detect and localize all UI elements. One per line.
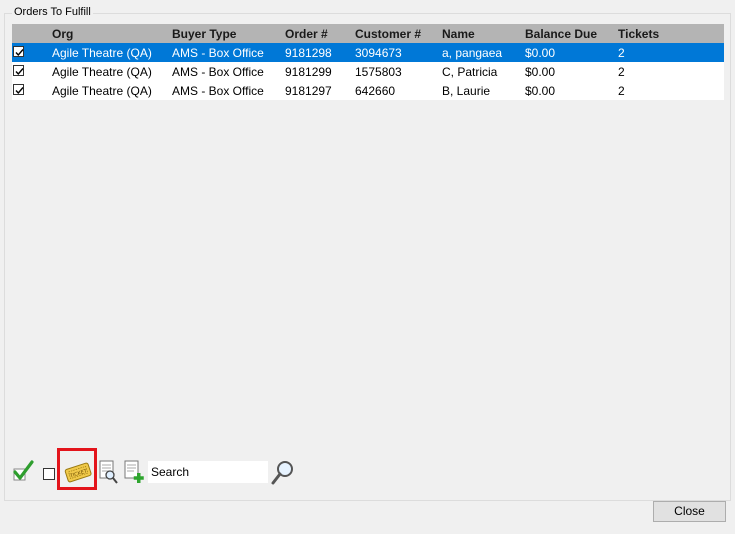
cell-customer: 3094673 (355, 46, 402, 60)
column-header-buyer-type[interactable]: Buyer Type (172, 27, 236, 41)
cell-name: a, pangaea (442, 46, 503, 60)
green-checkmark-icon[interactable] (12, 460, 34, 485)
cell-balance-due: $0.00 (525, 84, 556, 98)
row-checkbox[interactable] (13, 46, 24, 57)
row-checkbox[interactable] (13, 65, 24, 76)
cell-customer: 642660 (355, 84, 396, 98)
search-input[interactable] (148, 461, 268, 483)
cell-tickets: 2 (618, 84, 625, 98)
grid-header: Org Buyer Type Order # Customer # Name B… (12, 24, 724, 43)
column-header-order[interactable]: Order # (285, 27, 328, 41)
select-all-checkbox[interactable] (43, 468, 55, 480)
magnifier-icon[interactable] (270, 458, 296, 489)
cell-org: Agile Theatre (QA) (52, 84, 152, 98)
cell-order: 9181297 (285, 84, 332, 98)
cell-balance-due: $0.00 (525, 65, 556, 79)
cell-name: C, Patricia (442, 65, 498, 79)
column-header-name[interactable]: Name (442, 27, 475, 41)
cell-org: Agile Theatre (QA) (52, 46, 152, 60)
cell-order: 9181299 (285, 65, 332, 79)
cell-name: B, Laurie (442, 84, 491, 98)
check-icon (15, 87, 24, 95)
table-row[interactable]: Agile Theatre (QA) AMS - Box Office 9181… (12, 62, 724, 81)
cell-buyer-type: AMS - Box Office (172, 65, 264, 79)
column-header-org[interactable]: Org (52, 27, 73, 41)
cell-balance-due: $0.00 (525, 46, 556, 60)
row-checkbox[interactable] (13, 84, 24, 95)
cell-org: Agile Theatre (QA) (52, 65, 152, 79)
cell-customer: 1575803 (355, 65, 402, 79)
group-title: Orders To Fulfill (12, 6, 93, 18)
column-header-balance-due[interactable]: Balance Due (525, 27, 597, 41)
check-icon (15, 68, 24, 76)
close-button[interactable]: Close (653, 501, 726, 522)
column-header-tickets[interactable]: Tickets (618, 27, 659, 41)
cell-tickets: 2 (618, 65, 625, 79)
table-row[interactable]: Agile Theatre (QA) AMS - Box Office 9181… (12, 81, 724, 100)
find-document-icon[interactable] (98, 459, 120, 488)
cell-buyer-type: AMS - Box Office (172, 84, 264, 98)
add-document-icon[interactable] (123, 459, 147, 488)
cell-order: 9181298 (285, 46, 332, 60)
column-header-customer[interactable]: Customer # (355, 27, 421, 41)
orders-grid[interactable]: Org Buyer Type Order # Customer # Name B… (12, 24, 724, 438)
check-icon (15, 49, 24, 57)
cell-tickets: 2 (618, 46, 625, 60)
ticket-highlight-box (57, 448, 97, 490)
cell-buyer-type: AMS - Box Office (172, 46, 264, 60)
table-row[interactable]: Agile Theatre (QA) AMS - Box Office 9181… (12, 43, 724, 62)
